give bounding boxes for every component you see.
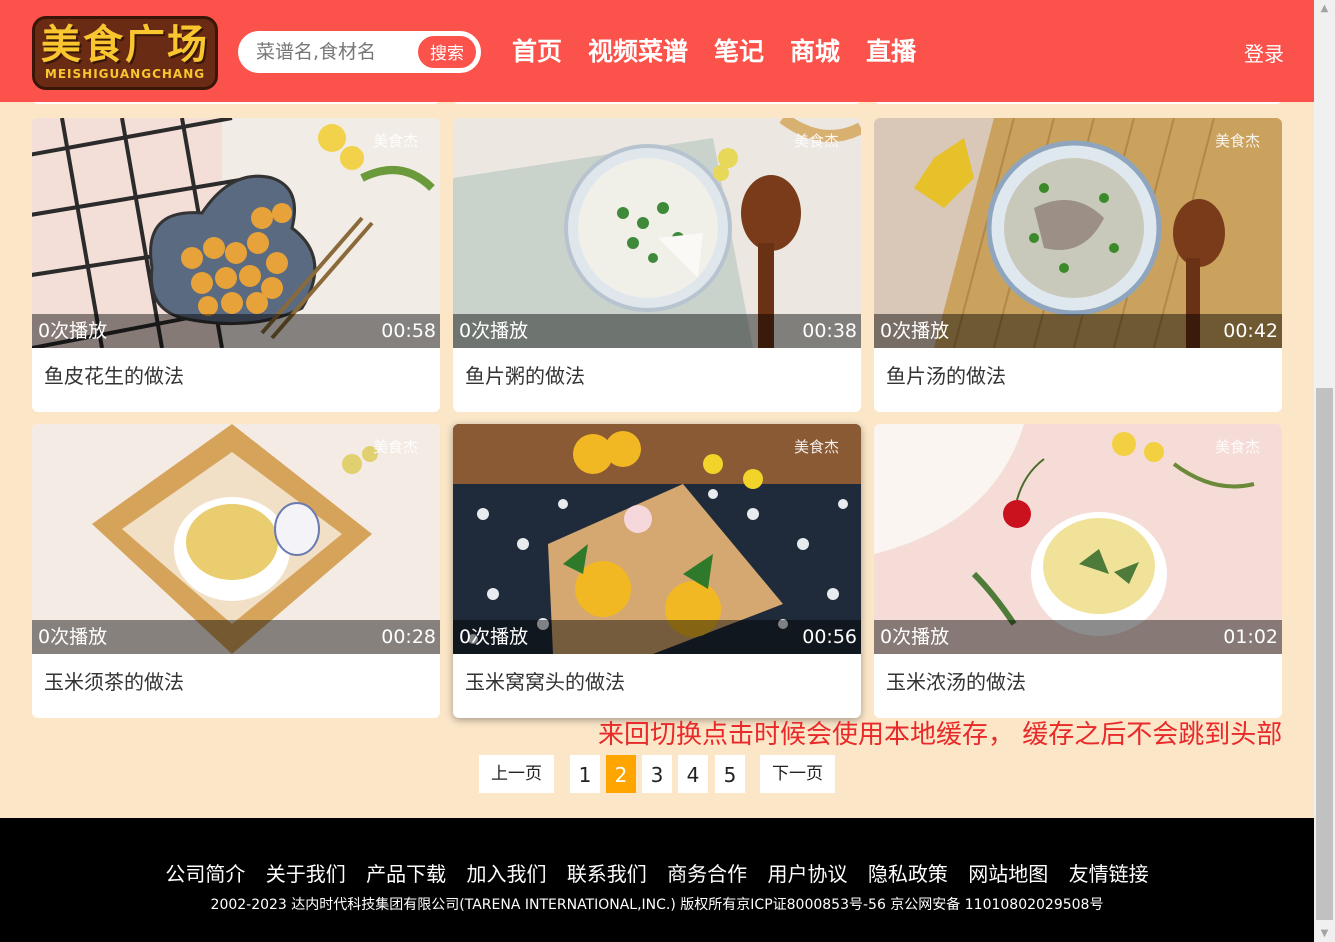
page-scrollbar[interactable]: ▲ ▼ xyxy=(1314,0,1335,942)
video-thumbnail: 美食杰 0次播放 00:58 xyxy=(32,118,440,348)
video-duration: 00:58 xyxy=(381,320,436,342)
search-input[interactable] xyxy=(256,39,416,65)
video-title[interactable]: 玉米须茶的做法 xyxy=(32,654,440,710)
scrollbar-thumb[interactable] xyxy=(1316,388,1333,920)
play-count: 0次播放 xyxy=(459,626,529,648)
footer-link-about-us[interactable]: 关于我们 xyxy=(266,862,346,886)
play-count: 0次播放 xyxy=(38,320,108,342)
video-title[interactable]: 鱼皮花生的做法 xyxy=(32,348,440,404)
watermark-logo: 美食杰 xyxy=(1214,132,1260,150)
video-meta-bar: 0次播放 00:28 xyxy=(32,620,440,654)
pagination: 上一页 1 2 3 4 5 下一页 xyxy=(0,755,1314,795)
footer-links: 公司简介 关于我们 产品下载 加入我们 联系我们 商务合作 用户协议 隐私政策 … xyxy=(0,858,1314,887)
watermark-logo: 美食杰 xyxy=(372,132,418,150)
video-duration: 01:02 xyxy=(1223,626,1278,648)
video-duration: 00:42 xyxy=(1223,320,1278,342)
video-thumbnail: 美食杰 0次播放 00:56 xyxy=(453,424,861,654)
site-logo[interactable]: 美食广场 MEISHIGUANGCHANG xyxy=(32,16,218,90)
play-count: 0次播放 xyxy=(38,626,108,648)
search-box: 搜索 xyxy=(238,31,481,73)
footer-link-download[interactable]: 产品下载 xyxy=(366,862,446,886)
scroll-up-arrow-icon[interactable]: ▲ xyxy=(1314,0,1335,17)
watermark-logo: 美食杰 xyxy=(1214,438,1260,456)
footer-link-sitemap[interactable]: 网站地图 xyxy=(968,862,1048,886)
page-number-1[interactable]: 1 xyxy=(570,755,600,793)
video-duration: 00:56 xyxy=(802,626,857,648)
footer-link-business[interactable]: 商务合作 xyxy=(667,862,747,886)
video-card[interactable]: 美食杰 0次播放 00:58 鱼皮花生的做法 xyxy=(32,118,440,412)
video-thumbnail: 美食杰 0次播放 01:02 xyxy=(874,424,1282,654)
video-thumbnail: 美食杰 0次播放 00:42 xyxy=(874,118,1282,348)
site-header: 美食广场 MEISHIGUANGCHANG 搜索 首页 视频菜谱 笔记 商城 直… xyxy=(0,0,1314,102)
page-number-2[interactable]: 2 xyxy=(606,755,636,793)
video-card[interactable]: 美食杰 0次播放 01:02 玉米浓汤的做法 xyxy=(874,424,1282,718)
site-footer: 公司简介 关于我们 产品下载 加入我们 联系我们 商务合作 用户协议 隐私政策 … xyxy=(0,818,1314,942)
nav-home[interactable]: 首页 xyxy=(512,34,562,70)
play-count: 0次播放 xyxy=(880,320,950,342)
logo-text-cn: 美食广场 xyxy=(41,21,209,68)
main-nav: 首页 视频菜谱 笔记 商城 直播 xyxy=(512,34,916,70)
video-title[interactable]: 玉米窝窝头的做法 xyxy=(453,654,861,710)
page-number-3[interactable]: 3 xyxy=(642,755,672,793)
video-meta-bar: 0次播放 00:38 xyxy=(453,314,861,348)
watermark-logo: 美食杰 xyxy=(372,438,418,456)
footer-link-agreement[interactable]: 用户协议 xyxy=(768,862,848,886)
video-card[interactable]: 美食杰 0次播放 00:28 玉米须茶的做法 xyxy=(32,424,440,718)
footer-link-join[interactable]: 加入我们 xyxy=(466,862,546,886)
page-number-4[interactable]: 4 xyxy=(678,755,708,793)
video-card[interactable]: 美食杰 0次播放 00:38 鱼片粥的做法 xyxy=(453,118,861,412)
annotation-note: 来回切换点击时候会使用本地缓存， 缓存之后不会跳到头部 xyxy=(598,720,1283,750)
login-link[interactable]: 登录 xyxy=(1244,38,1284,67)
next-page-button[interactable]: 下一页 xyxy=(760,755,835,793)
page-number-5[interactable]: 5 xyxy=(715,755,745,793)
play-count: 0次播放 xyxy=(880,626,950,648)
logo-text-en: MEISHIGUANGCHANG xyxy=(44,67,206,81)
video-thumbnail: 美食杰 0次播放 00:38 xyxy=(453,118,861,348)
video-card[interactable]: 美食杰 0次播放 00:56 玉米窝窝头的做法 xyxy=(453,424,861,718)
video-title[interactable]: 玉米浓汤的做法 xyxy=(874,654,1282,710)
video-grid: 美食杰 0次播放 00:58 鱼皮花生的做法 美食杰 0次播放 00:38 鱼片… xyxy=(32,118,1282,718)
video-meta-bar: 0次播放 00:58 xyxy=(32,314,440,348)
footer-link-about-company[interactable]: 公司简介 xyxy=(165,862,245,886)
video-duration: 00:38 xyxy=(802,320,857,342)
watermark-logo: 美食杰 xyxy=(793,438,839,456)
nav-video-recipes[interactable]: 视频菜谱 xyxy=(588,34,688,70)
watermark-logo: 美食杰 xyxy=(793,132,839,150)
video-meta-bar: 0次播放 00:56 xyxy=(453,620,861,654)
nav-live[interactable]: 直播 xyxy=(866,34,916,70)
footer-link-privacy[interactable]: 隐私政策 xyxy=(868,862,948,886)
footer-link-contact[interactable]: 联系我们 xyxy=(567,862,647,886)
copyright-text: 2002-2023 达内时代科技集团有限公司(TARENA INTERNATIO… xyxy=(210,897,1104,913)
nav-notes[interactable]: 笔记 xyxy=(714,34,764,70)
video-thumbnail: 美食杰 0次播放 00:28 xyxy=(32,424,440,654)
nav-mall[interactable]: 商城 xyxy=(790,34,840,70)
play-count: 0次播放 xyxy=(459,320,529,342)
footer-link-friends[interactable]: 友情链接 xyxy=(1069,862,1149,886)
video-title[interactable]: 鱼片粥的做法 xyxy=(453,348,861,404)
video-meta-bar: 0次播放 00:42 xyxy=(874,314,1282,348)
search-button[interactable]: 搜索 xyxy=(416,34,478,70)
video-duration: 00:28 xyxy=(381,626,436,648)
scroll-down-arrow-icon[interactable]: ▼ xyxy=(1314,925,1335,942)
prev-page-button[interactable]: 上一页 xyxy=(479,755,554,793)
video-title[interactable]: 鱼片汤的做法 xyxy=(874,348,1282,404)
video-meta-bar: 0次播放 01:02 xyxy=(874,620,1282,654)
video-card[interactable]: 美食杰 0次播放 00:42 鱼片汤的做法 xyxy=(874,118,1282,412)
